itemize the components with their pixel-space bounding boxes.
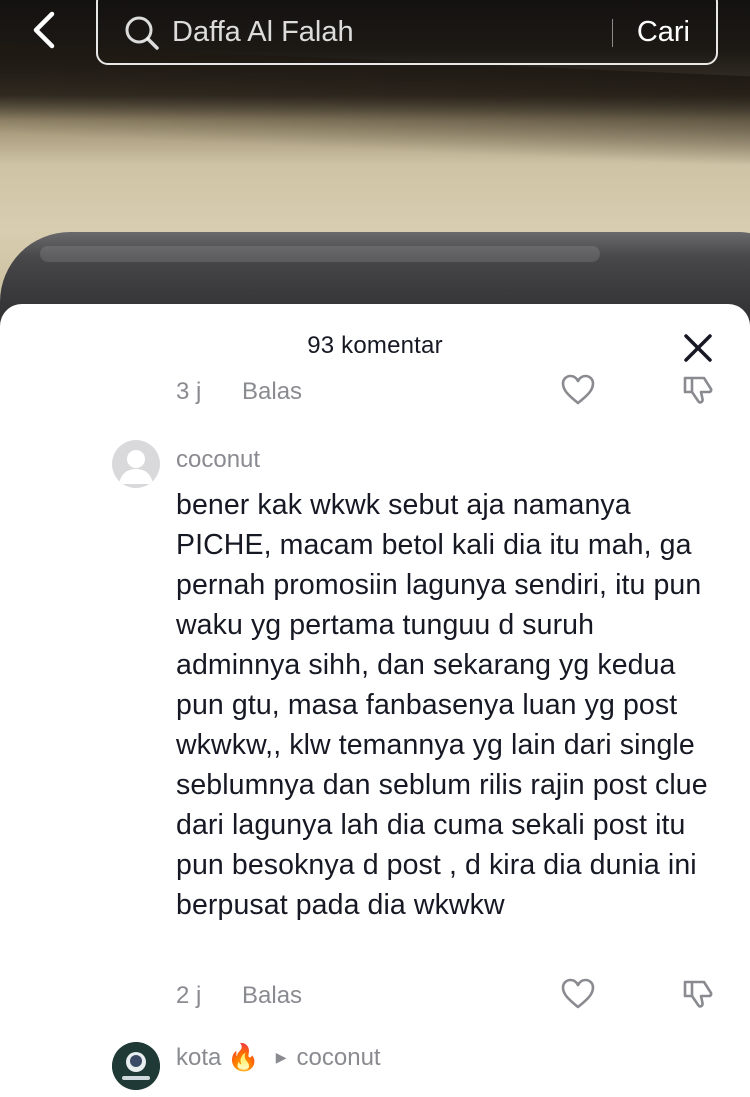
video-cushion-highlight (40, 246, 600, 262)
comment-meta-row: 3 j Balas (176, 374, 736, 412)
reply-to-username[interactable]: coconut (297, 1044, 381, 1072)
comment-username[interactable]: coconut (176, 446, 260, 474)
reply-button[interactable]: Balas (242, 378, 302, 406)
close-icon (684, 334, 712, 362)
reply-button[interactable]: Balas (242, 982, 302, 1010)
dislike-button[interactable] (680, 976, 716, 1012)
avatar[interactable] (112, 1042, 160, 1090)
comment-time: 3 j (176, 378, 202, 405)
heart-outline-icon (561, 374, 595, 405)
user-avatar-icon (112, 1042, 160, 1090)
comment-meta-row: 2 j Balas (176, 976, 736, 1016)
search-icon (122, 13, 162, 53)
search-submit-button[interactable]: Cari (613, 16, 716, 49)
heart-outline-icon (561, 978, 595, 1009)
close-button[interactable] (680, 330, 716, 366)
avatar[interactable] (112, 440, 160, 488)
reply-header: kota 🔥 ▶ coconut (176, 1042, 381, 1073)
chevron-left-icon (33, 11, 55, 49)
thumbs-down-outline-icon (683, 980, 713, 1008)
thumbs-down-outline-icon (683, 376, 713, 404)
back-button[interactable] (22, 10, 66, 50)
comment-username[interactable]: kota (176, 1044, 221, 1072)
comment-list[interactable]: 3 j Balas coconut bener kak wkwk sebut a… (0, 374, 750, 1094)
search-bar: Cari (96, 0, 718, 65)
reply-arrow-icon: ▶ (275, 1049, 287, 1065)
default-avatar-icon (119, 450, 153, 484)
comment-count-title: 93 komentar (307, 332, 443, 359)
fire-emoji: 🔥 (227, 1042, 260, 1072)
search-input[interactable] (172, 16, 612, 49)
dislike-button[interactable] (680, 374, 716, 408)
like-button[interactable] (560, 374, 596, 408)
comment-time: 2 j (176, 982, 202, 1009)
comment-text: bener kak wkwk sebut aja namanya PICHE, … (176, 489, 708, 921)
like-button[interactable] (560, 976, 596, 1012)
comments-sheet: 93 komentar 3 j Balas coconut bener kak … (0, 304, 750, 1097)
